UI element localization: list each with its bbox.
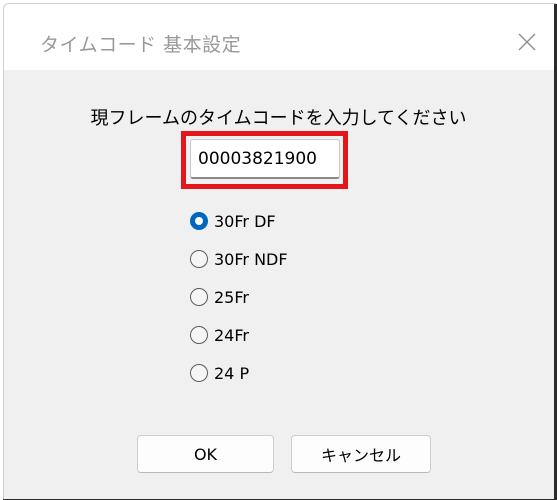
window-title: タイムコード 基本設定	[40, 34, 242, 56]
ok-button[interactable]: OK	[137, 435, 274, 473]
ok-button-label: OK	[193, 444, 218, 464]
title-bar: タイムコード 基本設定	[4, 4, 556, 70]
timecode-settings-dialog: タイムコード 基本設定 現フレームのタイムコードを入力してください 30Fr D…	[0, 0, 557, 500]
close-button[interactable]	[509, 24, 545, 60]
radio-label: 24Fr	[214, 325, 249, 345]
radio-label: 24 P	[214, 363, 250, 383]
radio-30fr-df[interactable]: 30Fr DF	[190, 206, 370, 236]
radio-circle	[190, 288, 208, 306]
radio-circle	[190, 250, 208, 268]
radio-label: 30Fr NDF	[214, 249, 288, 269]
radio-circle	[190, 212, 208, 230]
prompt-label: 現フレームのタイムコードを入力してください	[90, 108, 467, 129]
radio-circle	[190, 326, 208, 344]
cancel-button[interactable]: キャンセル	[291, 435, 431, 473]
radio-30fr-ndf[interactable]: 30Fr NDF	[190, 244, 370, 274]
timecode-input[interactable]	[190, 139, 340, 179]
radio-label: 30Fr DF	[214, 211, 276, 231]
radio-24p[interactable]: 24 P	[190, 358, 370, 388]
radio-24fr[interactable]: 24Fr	[190, 320, 370, 350]
radio-circle	[190, 364, 208, 382]
radio-25fr[interactable]: 25Fr	[190, 282, 370, 312]
cancel-button-label: キャンセル	[320, 446, 401, 465]
radio-label: 25Fr	[214, 287, 249, 307]
close-icon	[518, 33, 536, 51]
